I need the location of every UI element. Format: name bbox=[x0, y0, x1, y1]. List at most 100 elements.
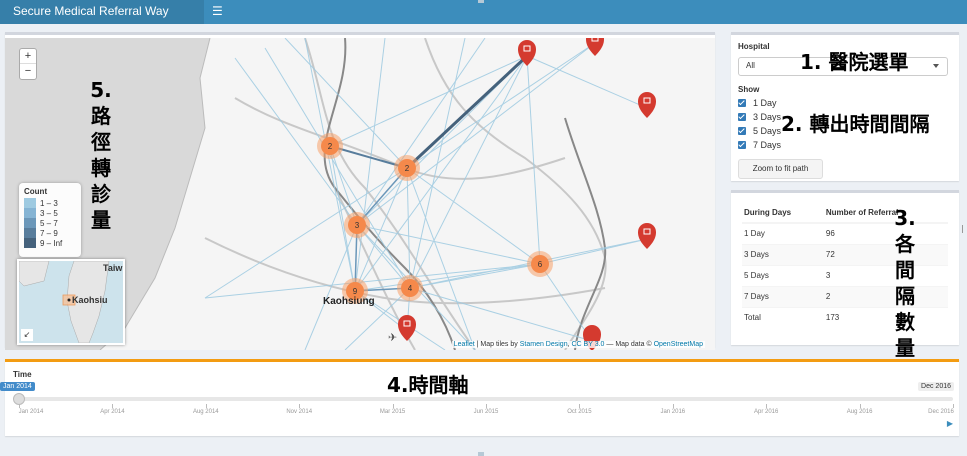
checkbox-icon[interactable] bbox=[738, 99, 746, 107]
column-header: Number of Referral bbox=[823, 202, 948, 224]
roads bbox=[204, 38, 607, 350]
hospital-marker[interactable] bbox=[638, 92, 656, 118]
play-icon[interactable]: ▶ bbox=[947, 419, 953, 428]
airplane-icon: ✈ bbox=[388, 331, 397, 344]
annotation-num: 5. bbox=[90, 78, 112, 102]
top-navbar: Secure Medical Referral Way ☰ bbox=[0, 0, 967, 24]
annotation-char: 間 bbox=[895, 258, 915, 282]
hospital-select-value: All bbox=[746, 61, 755, 70]
osm-link[interactable]: OpenStreetMap bbox=[654, 341, 703, 348]
time-slider-track[interactable] bbox=[19, 397, 953, 401]
checkbox-label: 5 Days bbox=[753, 126, 782, 136]
zoom-control: + − bbox=[19, 48, 37, 80]
annotation-hospital-menu: 1. 醫院選單 bbox=[800, 50, 909, 74]
legend-swatch bbox=[24, 208, 36, 218]
timeline-tick bbox=[579, 404, 581, 408]
checkbox-7-days[interactable]: 7 Days bbox=[738, 138, 952, 152]
cluster-count: 6 bbox=[538, 260, 543, 269]
checkbox-1-day[interactable]: 1 Day bbox=[738, 96, 952, 110]
legend-label: 7 – 9 bbox=[40, 228, 58, 238]
top-handle-mark bbox=[478, 0, 484, 3]
app-title: Secure Medical Referral Way bbox=[0, 0, 204, 24]
timeline-tick bbox=[859, 404, 861, 408]
timeline-panel: Time Jan 2014 Dec 2016 Jan 2014 Apr 2014 A… bbox=[0, 359, 959, 436]
timeline-tick bbox=[672, 404, 674, 408]
timeline-tick-label: Nov 2014 bbox=[286, 409, 313, 415]
cell-days: 1 Day bbox=[742, 222, 824, 244]
legend-row: 9 – Inf bbox=[24, 238, 76, 248]
legend-label: 3 – 5 bbox=[40, 208, 58, 218]
checkbox-icon[interactable] bbox=[738, 127, 746, 135]
legend-label: 5 – 7 bbox=[40, 218, 58, 228]
legend-row: 5 – 7 bbox=[24, 218, 76, 228]
legend-row: 1 – 3 bbox=[24, 198, 76, 208]
cluster-marker[interactable]: 2 bbox=[394, 155, 420, 181]
cluster-count: 4 bbox=[408, 284, 413, 293]
checkbox-icon[interactable] bbox=[738, 113, 746, 121]
cell-count: 173 bbox=[823, 306, 948, 328]
leaflet-link[interactable]: Leaflet bbox=[454, 341, 475, 348]
timeline-tick bbox=[766, 404, 768, 408]
hospital-marker[interactable] bbox=[638, 223, 656, 249]
attribution-data-text: — Map data © bbox=[606, 341, 652, 348]
annotation-interval: 2. 轉出時間間隔 bbox=[781, 112, 930, 136]
cell-days: Total bbox=[742, 306, 824, 328]
referral-lines-heavy bbox=[405, 54, 529, 170]
annotation-char: 隔 bbox=[895, 284, 915, 308]
cluster-marker[interactable]: 6 bbox=[527, 251, 553, 277]
column-header: During Days bbox=[742, 202, 824, 224]
cluster-marker[interactable]: 2 bbox=[317, 133, 343, 159]
minimap-country-label: Taiw bbox=[103, 263, 123, 273]
timeline-tick bbox=[299, 404, 301, 408]
cell-days: 7 Days bbox=[742, 285, 824, 307]
cell-days: 5 Days bbox=[742, 264, 824, 286]
checkbox-label: 7 Days bbox=[753, 140, 782, 150]
end-badge: Dec 2016 bbox=[918, 382, 954, 391]
annotation-num: 3. bbox=[894, 206, 916, 230]
minimap-city-label: Kaohsiu bbox=[72, 295, 108, 305]
hospital-marker[interactable] bbox=[586, 38, 604, 56]
checkbox-label: 3 Days bbox=[753, 112, 782, 122]
timeline-tick bbox=[205, 404, 207, 408]
timeline-tick-label: Apr 2014 bbox=[100, 409, 125, 415]
timeline-tick-label: Apr 2016 bbox=[754, 409, 779, 415]
map-attribution: Leaflet | Map tiles by Stamen Design, CC… bbox=[451, 341, 705, 348]
timeline-tick bbox=[392, 404, 394, 408]
timeline-tick bbox=[19, 404, 20, 408]
checkbox-icon[interactable] bbox=[738, 141, 746, 149]
annotation-interval-count: 3. 各 間 隔 數 量 bbox=[890, 205, 920, 361]
timeline-tick-label: Aug 2014 bbox=[192, 409, 219, 415]
zoom-in-button[interactable]: + bbox=[20, 49, 36, 64]
hamburger-icon[interactable]: ☰ bbox=[212, 4, 223, 18]
license-link[interactable]: CC BY 3.0 bbox=[571, 341, 604, 348]
annotation-char: 量 bbox=[895, 336, 915, 360]
chevron-down-icon bbox=[933, 64, 939, 68]
cluster-count: 9 bbox=[353, 287, 358, 296]
legend-title: Count bbox=[24, 187, 48, 196]
timeline-tick-label: Oct 2015 bbox=[567, 409, 592, 415]
legend-swatch bbox=[24, 198, 36, 208]
hospital-marker[interactable] bbox=[398, 315, 416, 341]
cell-count: 96 bbox=[823, 222, 948, 244]
cell-count: 2 bbox=[823, 285, 948, 307]
stamen-link[interactable]: Stamen Design bbox=[520, 341, 568, 348]
timeline-tick-label: Jun 2015 bbox=[473, 409, 499, 415]
scroll-edge-mark bbox=[962, 225, 967, 233]
annotation-char: 徑 bbox=[91, 130, 111, 154]
legend-label: 1 – 3 bbox=[40, 198, 58, 208]
cluster-count: 2 bbox=[405, 164, 410, 173]
cell-count: 72 bbox=[823, 243, 948, 265]
annotation-char: 路 bbox=[91, 104, 111, 128]
show-label: Show bbox=[738, 85, 760, 94]
count-legend: Count 1 – 3 3 – 5 5 – 7 7 – 9 9 – Inf bbox=[19, 183, 81, 257]
zoom-to-fit-button[interactable]: Zoom to fit path bbox=[738, 159, 823, 179]
cluster-marker[interactable]: 4 bbox=[397, 275, 423, 301]
cluster-marker[interactable]: 3 bbox=[344, 212, 370, 238]
cluster-markers[interactable]: 2 2 3 6 4 9 bbox=[317, 133, 553, 304]
zoom-out-button[interactable]: − bbox=[20, 64, 36, 79]
minimap-toggle-icon[interactable]: ↙ bbox=[21, 329, 33, 341]
timeline-tick-label: Aug 2016 bbox=[846, 409, 873, 415]
minimap[interactable]: Taiw Kaohsiu ↙ bbox=[17, 259, 125, 345]
annotation-char: 數 bbox=[895, 310, 915, 334]
cell-days: 3 Days bbox=[742, 243, 824, 265]
